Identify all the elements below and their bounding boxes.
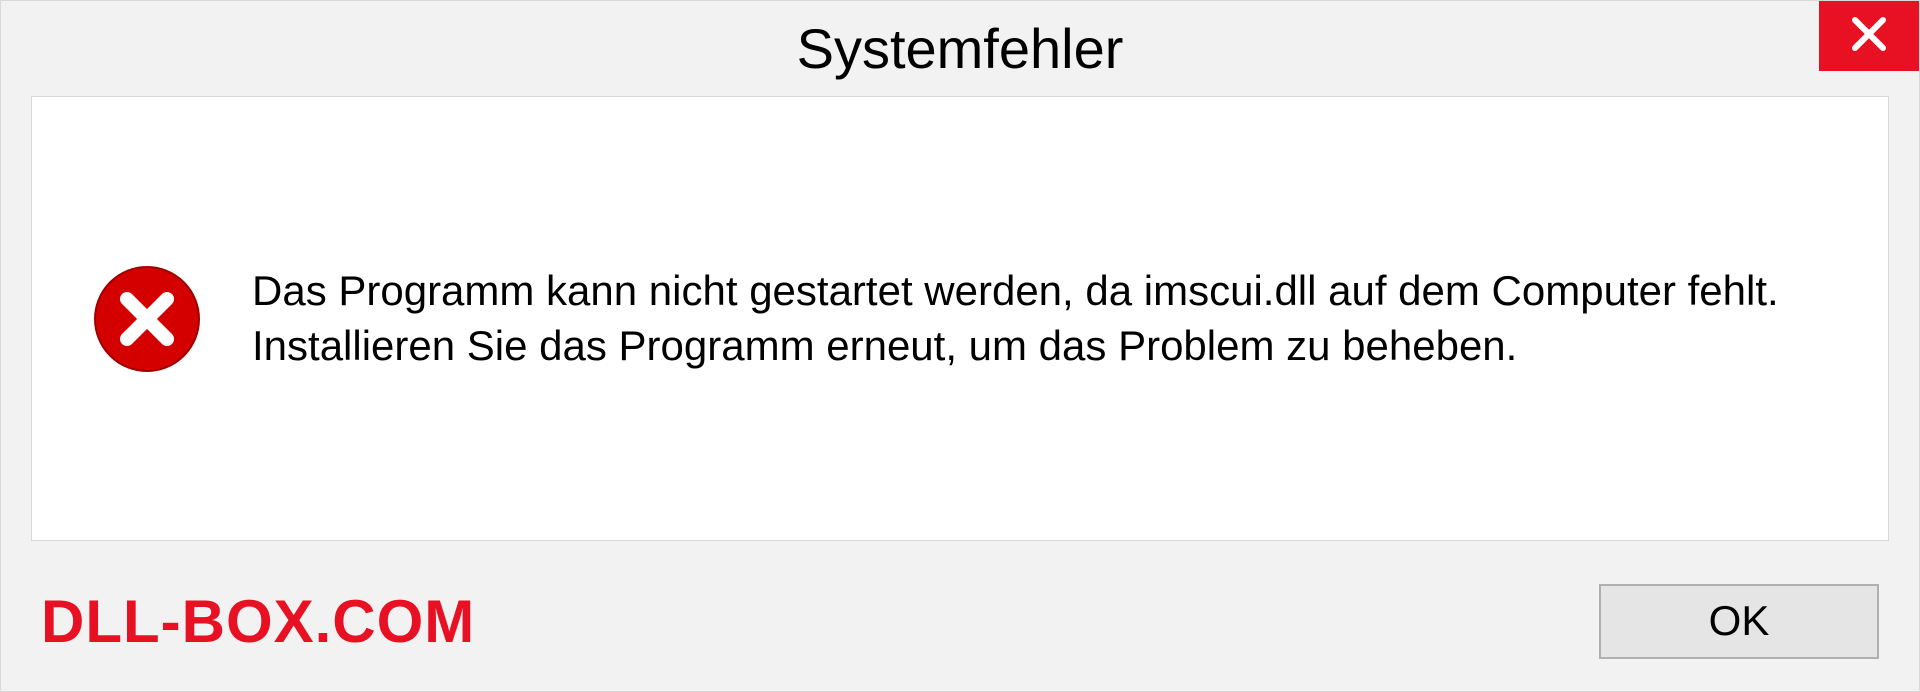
ok-button[interactable]: OK	[1599, 584, 1879, 659]
footer-bar: DLL-BOX.COM OK	[1, 571, 1919, 691]
watermark-text: DLL-BOX.COM	[41, 587, 475, 656]
error-icon	[92, 264, 202, 374]
title-bar: Systemfehler	[1, 1, 1919, 96]
ok-button-label: OK	[1709, 597, 1770, 645]
dialog-title: Systemfehler	[797, 16, 1124, 81]
close-button[interactable]	[1819, 1, 1919, 71]
content-panel: Das Programm kann nicht gestartet werden…	[31, 96, 1889, 541]
error-message: Das Programm kann nicht gestartet werden…	[252, 264, 1828, 373]
close-icon	[1849, 14, 1889, 59]
error-dialog: Systemfehler Das Programm kann nicht ges…	[0, 0, 1920, 692]
